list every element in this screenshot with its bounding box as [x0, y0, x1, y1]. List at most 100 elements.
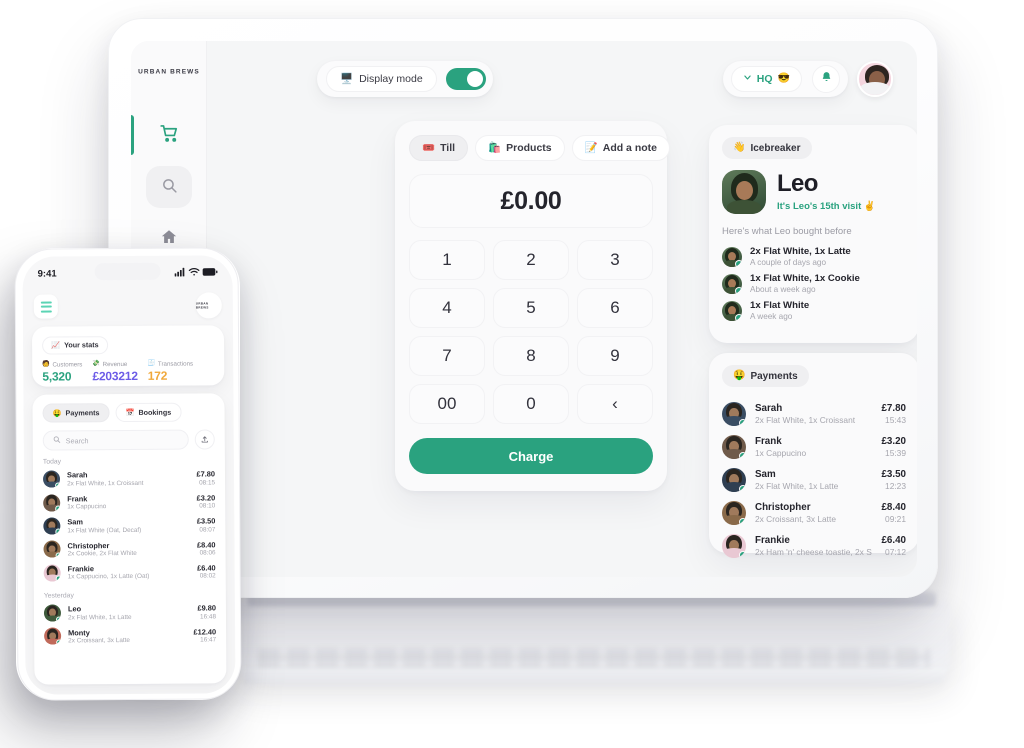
icebreaker-customer: Leo It's Leo's 15th visit ✌️ [722, 170, 906, 214]
verified-icon [739, 418, 746, 426]
add-note-button[interactable]: 📝 Add a note [571, 135, 670, 161]
amount: £6.40 [197, 563, 216, 573]
amount: £8.40 [881, 501, 906, 513]
key-3[interactable]: 3 [577, 240, 653, 280]
verified-icon [54, 505, 61, 512]
customer-name: Frankie [67, 564, 94, 574]
verified-icon [739, 484, 746, 492]
hamburger-icon[interactable] [33, 294, 58, 319]
payments-list: Sarah 2x Flat White, 1x Croissant £7.80 15:… [722, 397, 906, 562]
sidebar-item-search[interactable] [131, 161, 207, 213]
wifi-icon [188, 264, 200, 280]
history-when: About a week ago [750, 285, 816, 294]
table-row[interactable]: Sam 2x Flat White, 1x Latte £3.50 12:23 [722, 463, 906, 496]
key-7[interactable]: 7 [409, 336, 485, 376]
list-item[interactable]: Leo 2x Flat White, 1x Latte £9.80 16:48 [43, 600, 217, 625]
icebreaker-chip-label: Icebreaker [750, 142, 801, 154]
tablet-topbar: 🖥️ Display mode HQ 😎 [207, 41, 917, 115]
stat-metric: 🧾 Transactions 172 [147, 360, 194, 383]
key-2[interactable]: 2 [493, 240, 569, 280]
timestamp: 15:39 [885, 447, 906, 458]
timestamp: 12:23 [885, 480, 906, 491]
user-avatar[interactable] [857, 61, 893, 97]
avatar [722, 500, 746, 525]
verified-icon [55, 552, 61, 558]
verified-icon [55, 639, 62, 646]
stat-value: 172 [147, 368, 168, 383]
list-item[interactable]: Frankie 1x Cappucino, 1x Latte (Oat) £6.40… [43, 560, 216, 585]
list-item[interactable]: Sarah 2x Flat White, 1x Croissant £7.80 08:… [42, 466, 215, 491]
verified-icon [54, 528, 61, 535]
charge-button[interactable]: Charge [409, 438, 653, 474]
display-mode-toggle[interactable] [445, 68, 486, 90]
history-items: 1x Flat White [750, 300, 810, 311]
key-1[interactable]: 1 [409, 240, 485, 280]
key-00[interactable]: 00 [409, 384, 485, 424]
phone-transactions-card: 🤑 Payments 📅 Bookings Search Today Sarah… [32, 393, 227, 685]
hq-selector[interactable]: HQ 😎 [730, 66, 802, 92]
list-item[interactable]: Christopher 2x Cookie, 2x Flat White £8.40… [43, 537, 216, 562]
status-time: 9:41 [37, 267, 57, 280]
customer-avatar [722, 170, 766, 214]
avatar [43, 517, 61, 535]
search-placeholder: Search [65, 435, 89, 445]
avatar [722, 300, 742, 321]
list-item[interactable]: 2x Flat White, 1x Latte A couple of days… [722, 243, 906, 270]
key-6[interactable]: 6 [577, 288, 653, 328]
display-mode-control[interactable]: 🖥️ Display mode [317, 61, 493, 97]
table-row[interactable]: Christopher 2x Croissant, 3x Latte £8.40 09… [722, 496, 906, 529]
list-item[interactable]: Frank 1x Cappucino £3.20 08:10 [43, 490, 215, 515]
tab-products[interactable]: 🛍️ Products [475, 135, 565, 161]
stat-label: 🧑 Customers [42, 360, 83, 369]
customer-name: Sarah [755, 402, 783, 414]
tab-products-label: Products [506, 142, 552, 154]
key-backspace[interactable]: ‹ [577, 384, 653, 424]
stat-emoji: 🧑 [42, 360, 50, 368]
key-5[interactable]: 5 [493, 288, 569, 328]
tab-till[interactable]: 🎟️ Till [409, 135, 469, 161]
keyboard-deck [238, 600, 950, 676]
customer-name: Sarah [66, 470, 88, 480]
list-item[interactable]: Sam 1x Flat White (Oat, Decaf) £3.50 08:07 [43, 513, 215, 538]
table-row[interactable]: Sarah 2x Flat White, 1x Croissant £7.80 15:… [722, 397, 906, 430]
tab-till-label: Till [440, 142, 456, 154]
stats-metrics: 🧑 Customers 5,320 💸 Revenue £203212 🧾 Transacti… [42, 360, 214, 383]
avatar [722, 273, 742, 294]
timestamp: 08:07 [199, 526, 216, 534]
till-emoji: 🎟️ [422, 141, 436, 154]
key-4[interactable]: 4 [409, 288, 485, 328]
key-0[interactable]: 0 [493, 384, 569, 424]
timestamp: 16:48 [199, 613, 217, 621]
verified-icon [739, 517, 746, 525]
notifications-button[interactable] [812, 65, 840, 93]
order-items: 2x Flat White, 1x Latte [755, 480, 839, 491]
table-row[interactable]: Frank 1x Cappucino £3.20 15:39 [722, 430, 906, 463]
table-row[interactable]: Frankie2x Ham 'n' cheese toastie, 2x Spa… [722, 529, 906, 562]
amount: £3.50 [196, 516, 216, 526]
tab-bookings[interactable]: 📅 Bookings [115, 402, 182, 423]
order-items: 1x Cappucino [755, 447, 807, 458]
icebreaker-chip: 👋 Icebreaker [722, 137, 812, 159]
key-9[interactable]: 9 [577, 336, 653, 376]
sidebar-item-till[interactable] [131, 109, 207, 161]
export-icon [201, 431, 209, 447]
stat-value: £203212 [92, 368, 138, 383]
tab-payments[interactable]: 🤑 Payments [42, 403, 110, 423]
list-item[interactable]: 1x Flat White A week ago [722, 297, 906, 324]
customer-name: Frank [755, 435, 782, 447]
phone-header: URBAN BREWS [23, 289, 233, 322]
stat-emoji: 💸 [92, 360, 101, 368]
export-button[interactable] [194, 429, 215, 450]
timestamp: 16:47 [200, 636, 217, 644]
history-items: 1x Flat White, 1x Cookie [750, 273, 860, 284]
verified-icon [54, 482, 61, 488]
display-mode-chip: 🖥️ Display mode [326, 66, 437, 92]
stat-value: 5,320 [42, 369, 72, 384]
list-item[interactable]: 1x Flat White, 1x Cookie About a week ag… [722, 270, 906, 297]
search-input[interactable]: Search [42, 429, 189, 451]
keyboard-front-edge [242, 668, 946, 684]
display-mode-label: Display mode [359, 73, 423, 85]
list-item[interactable]: Monty 2x Croissant, 3x Latte £12.40 16:47 [44, 624, 216, 649]
key-8[interactable]: 8 [493, 336, 569, 376]
stat-label: 💸 Revenue [92, 360, 128, 368]
